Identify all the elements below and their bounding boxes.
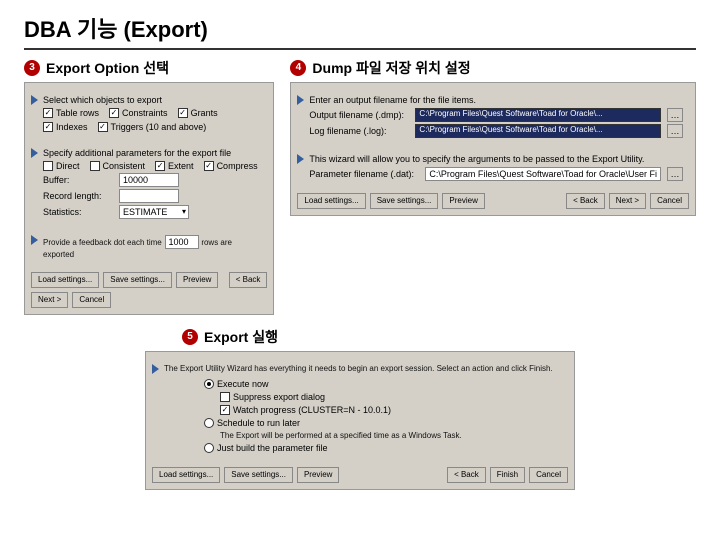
label-param-filename: Parameter filename (.dat): [309,169,419,179]
arrow-icon [297,95,304,105]
next-button[interactable]: Next > [31,292,68,308]
load-settings-button[interactable]: Load settings... [152,467,220,483]
preview-button[interactable]: Preview [442,193,484,209]
panel-dump-location: Enter an output filename for the file it… [290,82,696,216]
arrow-icon [31,148,38,158]
back-button[interactable]: < Back [566,193,605,209]
browse-button[interactable]: … [667,167,683,181]
browse-button[interactable]: … [667,108,683,122]
checkbox-extent[interactable]: ✓Extent [155,161,194,171]
back-button[interactable]: < Back [229,272,268,288]
input-feedback-rows[interactable]: 1000 [165,235,199,249]
preview-button[interactable]: Preview [297,467,339,483]
arrow-icon [31,235,38,245]
radio-build-param-file[interactable]: Just build the parameter file [204,443,562,453]
cancel-button[interactable]: Cancel [529,467,568,483]
label-statistics: Statistics: [43,207,113,217]
checkbox-compress[interactable]: ✓Compress [204,161,258,171]
section-title-3: Export Option 선택 [46,58,169,78]
arrow-icon [297,154,304,164]
wizard-intro-text: The Export Utility Wizard has everything… [164,364,562,373]
group-heading: Specify additional parameters for the ex… [43,148,261,158]
browse-button[interactable]: … [667,124,683,138]
step-badge-5: 5 [182,329,198,345]
step-badge-3: 3 [24,60,40,76]
radio-execute-now[interactable]: Execute now [204,379,562,389]
group-heading: Select which objects to export [43,95,261,105]
feedback-text-pre: Provide a feedback dot each time [43,238,162,247]
input-log-filename[interactable]: C:\Program Files\Quest Software\Toad for… [415,124,661,138]
panel-export-run: The Export Utility Wizard has everything… [145,351,575,490]
section-title-4: Dump 파일 저장 위치 설정 [312,58,470,78]
input-record-length[interactable] [119,189,179,203]
load-settings-button[interactable]: Load settings... [31,272,99,288]
checkbox-triggers[interactable]: ✓Triggers (10 and above) [98,122,207,132]
input-output-filename[interactable]: C:\Program Files\Quest Software\Toad for… [415,108,661,122]
step-badge-4: 4 [290,60,306,76]
arrow-icon [31,95,38,105]
checkbox-watch-progress[interactable]: ✓Watch progress (CLUSTER=N - 10.0.1) [220,405,562,415]
radio-schedule-later[interactable]: Schedule to run later [204,418,562,428]
arrow-icon [152,364,159,374]
checkbox-indexes[interactable]: ✓Indexes [43,122,88,132]
checkbox-consistent[interactable]: Consistent [90,161,146,171]
save-settings-button[interactable]: Save settings... [370,193,439,209]
load-settings-button[interactable]: Load settings... [297,193,365,209]
label-buffer: Buffer: [43,175,113,185]
checkbox-grants[interactable]: ✓Grants [178,108,218,118]
finish-button[interactable]: Finish [490,467,525,483]
input-buffer[interactable]: 10000 [119,173,179,187]
section-title-5: Export 실행 [204,327,278,347]
next-button[interactable]: Next > [609,193,646,209]
checkbox-table-rows[interactable]: ✓Table rows [43,108,99,118]
group-heading: This wizard will allow you to specify th… [309,154,683,164]
schedule-note: The Export will be performed at a specif… [220,431,562,440]
back-button[interactable]: < Back [447,467,486,483]
save-settings-button[interactable]: Save settings... [224,467,293,483]
select-statistics[interactable]: ESTIMATE [119,205,189,219]
input-param-filename[interactable]: C:\Program Files\Quest Software\Toad for… [425,167,661,181]
page-title: DBA 기능 (Export) [24,12,696,50]
cancel-button[interactable]: Cancel [72,292,111,308]
panel-export-options: Select which objects to export ✓Table ro… [24,82,274,315]
cancel-button[interactable]: Cancel [650,193,689,209]
save-settings-button[interactable]: Save settings... [103,272,172,288]
checkbox-suppress-dialog[interactable]: Suppress export dialog [220,392,562,402]
label-log-filename: Log filename (.log): [309,126,409,136]
label-output-filename: Output filename (.dmp): [309,110,409,120]
checkbox-constraints[interactable]: ✓Constraints [109,108,168,118]
label-record-length: Record length: [43,191,113,201]
group-heading: Enter an output filename for the file it… [309,95,683,105]
checkbox-direct[interactable]: Direct [43,161,80,171]
preview-button[interactable]: Preview [176,272,218,288]
